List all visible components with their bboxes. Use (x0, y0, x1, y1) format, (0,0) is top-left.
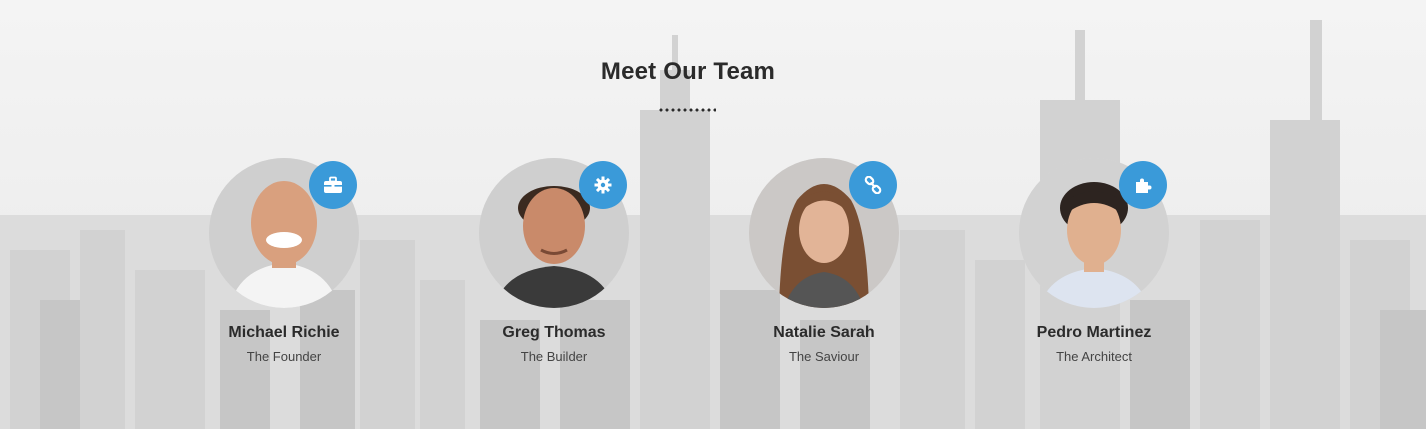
member-role: The Saviour (788, 349, 860, 364)
member-name: Greg Thomas (502, 324, 606, 341)
member-role: The Architect (1056, 349, 1132, 364)
title-divider-dots (658, 108, 716, 112)
team-member-card: Natalie Sarah The Saviour (690, 158, 910, 378)
member-name: Pedro Martinez (1036, 324, 1152, 341)
section-title: Meet Our Team (600, 58, 776, 85)
team-member-card: Greg Thomas The Builder (420, 158, 640, 378)
puzzle-button[interactable] (1119, 161, 1167, 209)
briefcase-icon (324, 176, 342, 193)
gear-button[interactable] (579, 161, 627, 209)
puzzle-icon (1136, 178, 1152, 193)
member-name: Michael Richie (228, 324, 340, 341)
link-icon (864, 176, 882, 194)
team-member-card: Pedro Martinez The Architect (960, 158, 1180, 378)
team-member-card: Michael Richie The Founder (150, 158, 370, 378)
briefcase-button[interactable] (309, 161, 357, 209)
link-button[interactable] (849, 161, 897, 209)
member-role: The Founder (246, 349, 322, 364)
member-role: The Builder (520, 349, 588, 364)
gear-icon (594, 176, 612, 194)
member-name: Natalie Sarah (773, 324, 875, 341)
